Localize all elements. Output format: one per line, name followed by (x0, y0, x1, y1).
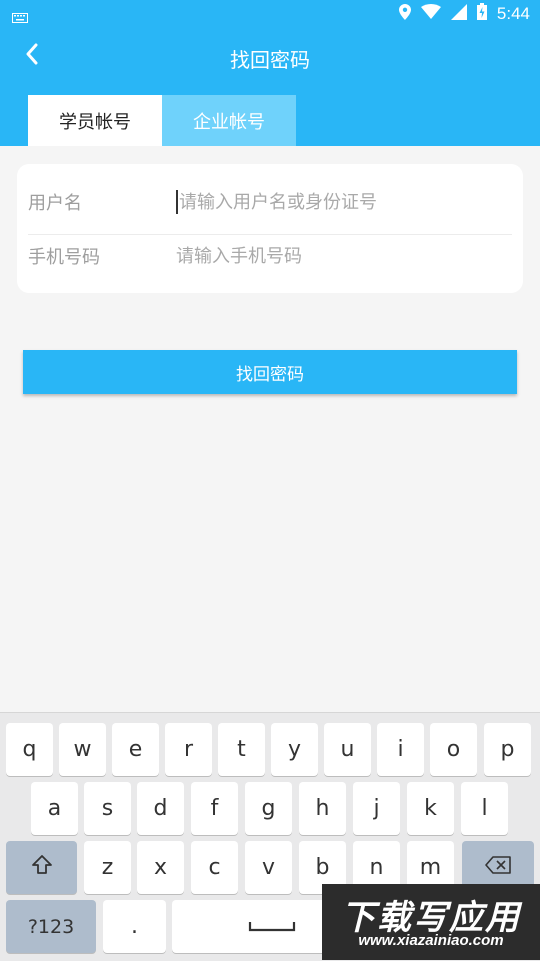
key-l[interactable]: l (461, 782, 508, 835)
key-x[interactable]: x (137, 841, 184, 894)
key-p[interactable]: p (484, 723, 531, 776)
status-bar: 5:44 (0, 0, 540, 28)
key-o[interactable]: o (430, 723, 477, 776)
key-e[interactable]: e (112, 723, 159, 776)
status-time: 5:44 (496, 4, 530, 23)
tab-enterprise-account[interactable]: 企业帐号 (162, 95, 296, 146)
tab-student-account[interactable]: 学员帐号 (28, 95, 162, 146)
key-h[interactable]: h (299, 782, 346, 835)
key-d[interactable]: d (137, 782, 184, 835)
text-cursor (176, 190, 178, 214)
key-y[interactable]: y (271, 723, 318, 776)
key-w[interactable]: w (59, 723, 106, 776)
key-s[interactable]: s (84, 782, 131, 835)
wifi-icon (420, 4, 441, 24)
location-icon (398, 3, 411, 25)
symbols-key[interactable]: ?123 (6, 900, 96, 953)
phone-label: 手机号码 (28, 247, 100, 268)
key-k[interactable]: k (407, 782, 454, 835)
space-icon (248, 914, 296, 939)
username-input[interactable] (179, 191, 512, 213)
watermark-logo: 下载写应用 www.xiazainiao.com (322, 884, 540, 960)
key-v[interactable]: v (245, 841, 292, 894)
period-key[interactable]: . (103, 900, 166, 953)
signal-icon (450, 3, 467, 25)
key-j[interactable]: j (353, 782, 400, 835)
key-t[interactable]: t (218, 723, 265, 776)
account-type-tabs: 学员帐号 企业帐号 (28, 95, 296, 146)
key-i[interactable]: i (377, 723, 424, 776)
recovery-form: 用户名 手机号码 (17, 164, 523, 293)
key-u[interactable]: u (324, 723, 371, 776)
app-header: 找回密码 学员帐号 企业帐号 (0, 28, 540, 146)
page-title: 找回密码 (230, 48, 310, 72)
shift-icon (31, 854, 53, 882)
key-r[interactable]: r (165, 723, 212, 776)
keyboard-icon (12, 8, 28, 23)
backspace-icon (485, 855, 511, 880)
key-z[interactable]: z (84, 841, 131, 894)
recover-password-button[interactable]: 找回密码 (23, 350, 517, 394)
shift-key[interactable] (6, 841, 77, 894)
username-label: 用户名 (28, 193, 82, 214)
key-c[interactable]: c (191, 841, 238, 894)
key-a[interactable]: a (31, 782, 78, 835)
key-f[interactable]: f (191, 782, 238, 835)
watermark-url: www.xiazainiao.com (358, 932, 504, 949)
phone-row: 手机号码 (28, 224, 512, 288)
key-g[interactable]: g (245, 782, 292, 835)
phone-input[interactable] (176, 245, 512, 267)
battery-icon (476, 3, 487, 25)
key-q[interactable]: q (6, 723, 53, 776)
